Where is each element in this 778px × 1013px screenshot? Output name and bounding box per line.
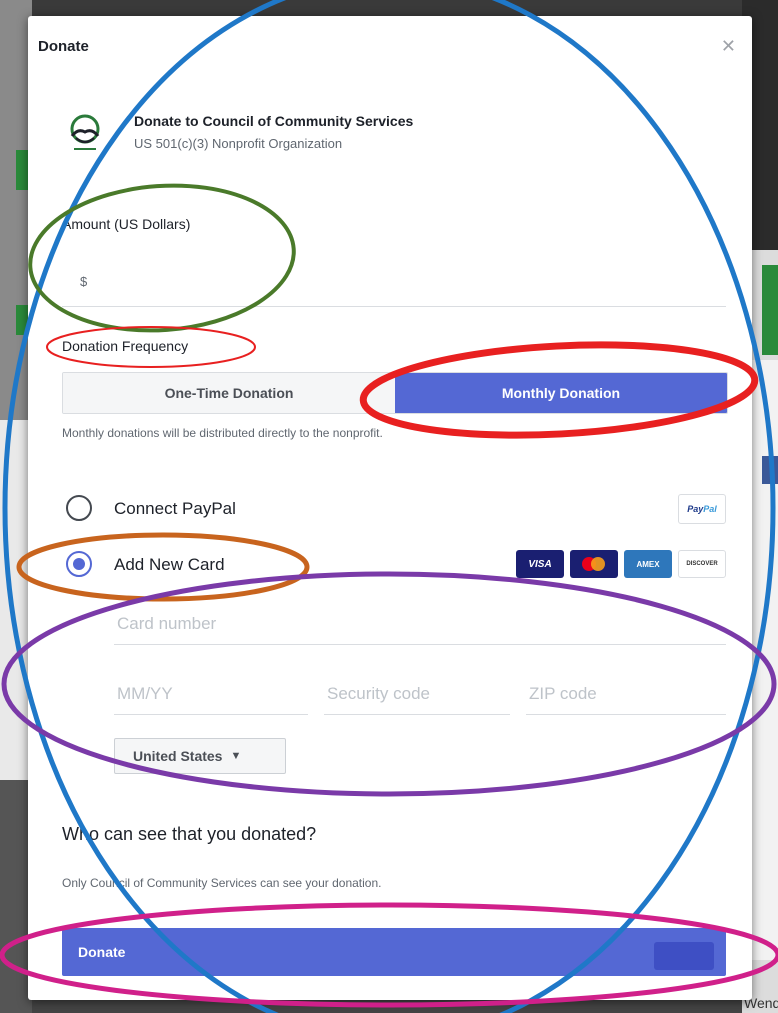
card-number-field	[114, 604, 726, 645]
donate-button[interactable]: Donate	[62, 928, 726, 976]
frequency-note: Monthly donations will be distributed di…	[62, 426, 383, 440]
frequency-toggle: One-Time Donation Monthly Donation	[62, 372, 728, 414]
amex-logo-icon: AMEX	[624, 550, 672, 578]
paypal-option[interactable]: Connect PayPal Pay Pal	[62, 492, 726, 526]
amount-input[interactable]	[98, 266, 722, 302]
monthly-donation-button[interactable]: Monthly Donation	[395, 373, 727, 413]
amount-label: Amount (US Dollars)	[62, 216, 191, 232]
security-code-input[interactable]	[324, 674, 510, 714]
amount-field[interactable]: $	[62, 262, 726, 307]
paypal-badge-part: Pay	[687, 504, 704, 514]
currency-symbol: $	[80, 274, 88, 289]
country-value: United States	[133, 748, 223, 764]
visibility-question: Who can see that you donated?	[62, 824, 317, 844]
expiry-input[interactable]	[114, 674, 308, 714]
paypal-label: Connect PayPal	[114, 499, 236, 518]
donate-button-label: Donate	[78, 944, 126, 960]
background-block	[762, 265, 778, 355]
zip-code-input[interactable]	[526, 674, 726, 714]
organization-info: Donate to Council of Community Services …	[64, 112, 704, 160]
zip-code-field	[526, 674, 726, 715]
paypal-radio[interactable]	[66, 495, 92, 521]
discover-logo-icon: DISCOVER	[678, 550, 726, 578]
country-select[interactable]: United States ▼	[114, 738, 286, 774]
handshake-logo-icon	[64, 112, 106, 154]
visibility-note: Only Council of Community Services can s…	[62, 876, 382, 890]
donate-dialog: Donate ✕ Donate to Council of Community …	[28, 16, 752, 1000]
card-number-input[interactable]	[114, 604, 726, 644]
organization-subtitle: US 501(c)(3) Nonprofit Organization	[134, 136, 343, 151]
dialog-title: Donate	[38, 38, 89, 55]
background-page-bottom	[32, 998, 742, 1013]
background-block	[762, 456, 778, 484]
close-icon[interactable]: ✕	[721, 36, 736, 57]
card-brand-logos: VISA AMEX DISCOVER	[516, 550, 726, 578]
frequency-label: Donation Frequency	[62, 338, 189, 354]
visa-logo-icon: VISA	[516, 550, 564, 578]
add-card-option[interactable]: Add New Card VISA AMEX DISCOVER	[62, 548, 726, 582]
donate-button-chip	[654, 942, 714, 970]
dialog-header: Donate ✕	[28, 16, 752, 74]
paypal-badge-part: Pal	[703, 504, 717, 514]
one-time-donation-button[interactable]: One-Time Donation	[63, 373, 395, 413]
paypal-logo-icon: Pay Pal	[678, 494, 726, 524]
expiry-field	[114, 674, 308, 715]
caret-down-icon: ▼	[230, 750, 242, 762]
security-code-field	[324, 674, 510, 715]
organization-name: Donate to Council of Community Services	[134, 113, 414, 129]
mastercard-logo-icon	[570, 550, 618, 578]
add-card-radio[interactable]	[66, 551, 92, 577]
add-card-label: Add New Card	[114, 555, 225, 574]
